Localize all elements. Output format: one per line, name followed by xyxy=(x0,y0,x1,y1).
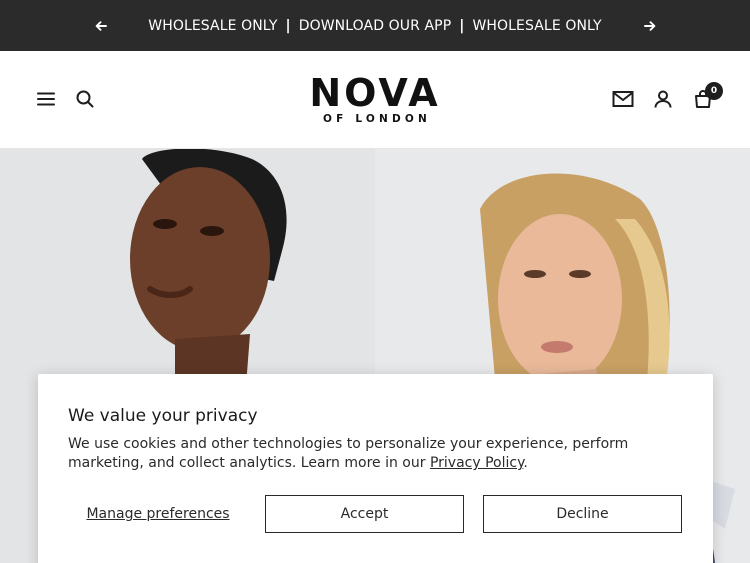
cart-count-badge: 0 xyxy=(705,82,723,100)
cart-button[interactable]: 0 xyxy=(691,82,723,111)
site-header: NOVA OF LONDON 0 xyxy=(0,51,750,149)
announcement-bar: WHOLESALE ONLY | DOWNLOAD OUR APP | WHOL… xyxy=(0,0,750,51)
search-icon xyxy=(76,90,94,108)
cookie-body-text: We use cookies and other technologies to… xyxy=(68,436,629,471)
menu-button[interactable] xyxy=(34,87,58,111)
announcement-item[interactable]: DOWNLOAD OUR APP xyxy=(299,18,452,34)
manage-preferences-button[interactable]: Manage preferences xyxy=(68,495,248,533)
logo-main-text: NOVA xyxy=(309,71,441,115)
site-logo[interactable]: NOVA OF LONDON xyxy=(300,73,450,125)
announcement-separator: | xyxy=(285,17,291,34)
search-button[interactable] xyxy=(73,87,97,111)
mail-icon xyxy=(612,91,634,107)
menu-icon xyxy=(37,92,55,106)
cookie-consent-banner: We value your privacy We use cookies and… xyxy=(38,374,713,563)
privacy-policy-link[interactable]: Privacy Policy xyxy=(430,455,523,471)
arrow-right-icon xyxy=(644,20,656,31)
logo-sub-text: OF LONDON xyxy=(322,113,431,125)
decline-button[interactable]: Decline xyxy=(483,495,682,533)
cookie-description: We use cookies and other technologies to… xyxy=(68,435,683,473)
account-icon xyxy=(654,90,672,108)
accept-button[interactable]: Accept xyxy=(265,495,464,533)
announcement-item: WHOLESALE ONLY xyxy=(472,17,602,34)
announcement-item: WHOLESALE ONLY xyxy=(148,17,278,34)
cookie-body-end: . xyxy=(523,455,528,471)
account-button[interactable] xyxy=(651,87,675,111)
announcement-separator: | xyxy=(459,17,465,34)
announcement-next-button[interactable] xyxy=(630,0,670,51)
cookie-title: We value your privacy xyxy=(68,406,258,426)
contact-button[interactable] xyxy=(611,87,635,111)
